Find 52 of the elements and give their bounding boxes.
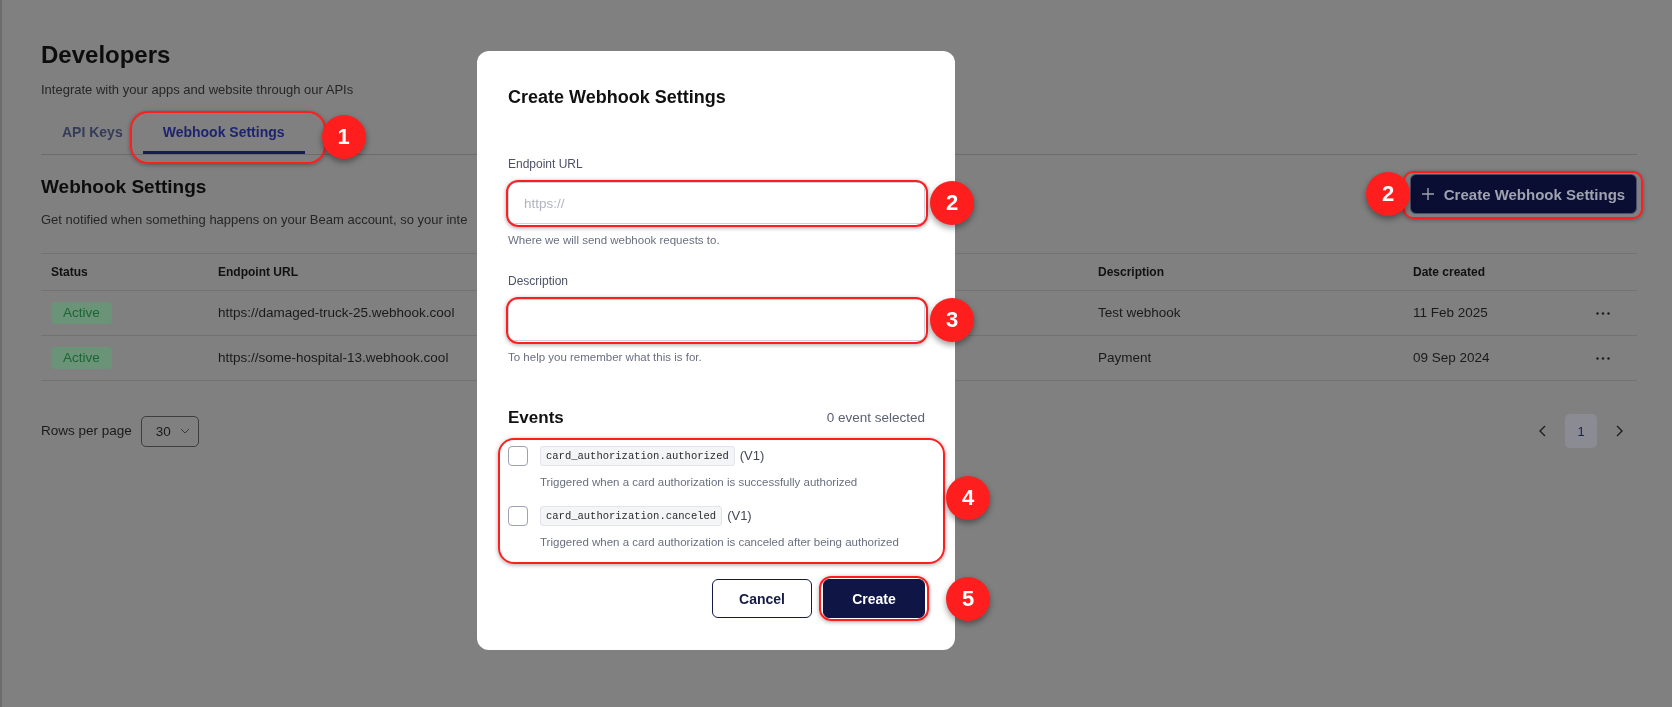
chevron-left-icon[interactable] (1539, 425, 1546, 437)
section-description: Get notified when something happens on your Beam account, so your inte (41, 211, 468, 229)
field-hint: Where we will send webhook requests to. (508, 233, 720, 248)
step-marker: 1 (321, 115, 366, 159)
step-marker: 3 (930, 298, 974, 342)
table-cell: 09 Sep 2024 (1413, 349, 1490, 367)
event-version: (V1) (739, 447, 765, 465)
tab[interactable]: API Keys (41, 112, 143, 154)
events-title: Events (508, 407, 564, 429)
checkbox[interactable] (508, 446, 528, 466)
step-marker: 2 (1366, 172, 1410, 216)
field-label: Endpoint URL (508, 156, 583, 173)
cancel-button[interactable]: Cancel (712, 579, 812, 618)
tab[interactable]: Webhook Settings (142, 112, 305, 154)
table-cell: 11 Feb 2025 (1413, 304, 1488, 322)
event-description: Triggered when a card authorization is canceled after being authorized (540, 535, 899, 550)
step-marker: 5 (946, 576, 990, 621)
page-subtitle: Integrate with your apps and website through our APIs (41, 81, 354, 99)
events-count: 0 event selected (826, 409, 925, 427)
status-badge: Active (51, 302, 112, 324)
table-cell: Test webhook (1098, 304, 1181, 322)
page-title: Developers (41, 40, 171, 70)
column-header: Description (1098, 264, 1164, 280)
step-marker: 2 (930, 181, 974, 225)
event-name: card_authorization.authorized (540, 446, 735, 466)
rows-per-page-select[interactable]: 30 (140, 415, 199, 447)
step-marker: 4 (946, 476, 990, 520)
section-title: Webhook Settings (41, 175, 207, 199)
table-cell: https://some-hospital-13.webhook.cool (218, 349, 449, 367)
column-header: Endpoint URL (218, 264, 298, 280)
column-header: Date created (1413, 264, 1486, 280)
checkbox[interactable] (508, 506, 528, 526)
column-header: Status (51, 264, 88, 280)
status-badge: Active (51, 347, 112, 369)
table-cell: Payment (1098, 349, 1152, 367)
rows-per-page-label: Rows per page (41, 422, 132, 440)
plus-icon (1421, 188, 1434, 200)
page-button[interactable]: 1 (1565, 414, 1597, 448)
event-description: Triggered when a card authorization is successfully authorized (540, 475, 858, 490)
dialog-title: Create Webhook Settings (508, 86, 726, 109)
event-name: card_authorization.canceled (540, 506, 723, 526)
create-webhook-button[interactable]: Create Webhook Settings (1410, 174, 1637, 214)
more-icon[interactable] (1596, 311, 1610, 315)
more-icon[interactable] (1596, 356, 1610, 360)
field-hint: To help you remember what this is for. (508, 350, 702, 365)
input-field[interactable]: https:// (508, 182, 925, 224)
chevron-down-icon (179, 428, 190, 434)
table-cell: https://damaged-truck-25.webhook.cool (218, 304, 455, 322)
chevron-right-icon[interactable] (1616, 425, 1623, 437)
event-version: (V1) (727, 507, 752, 525)
field-label: Description (508, 273, 569, 290)
create-button[interactable]: Create (823, 579, 925, 618)
